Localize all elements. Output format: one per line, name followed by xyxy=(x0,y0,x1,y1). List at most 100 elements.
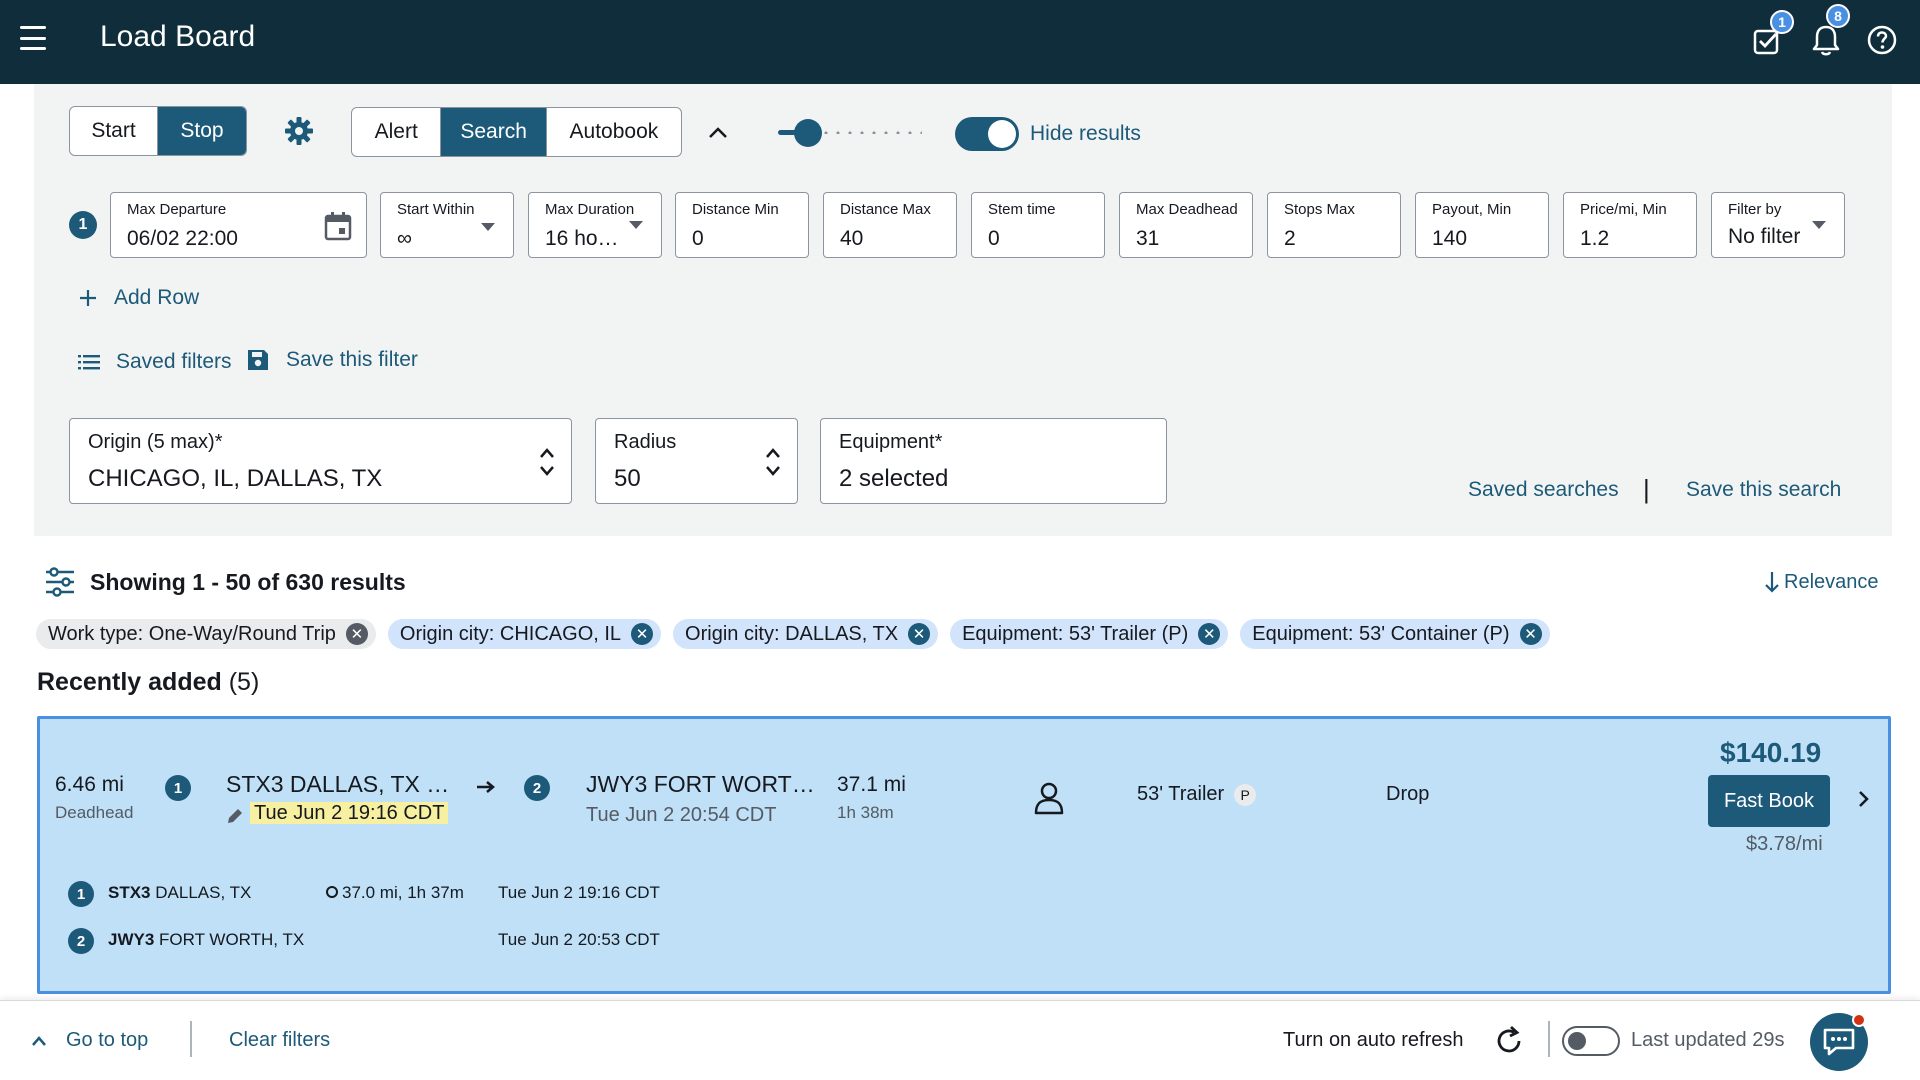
go-to-top-link[interactable]: Go to top xyxy=(66,1029,148,1052)
arrow-right-icon xyxy=(477,781,495,793)
stop-button[interactable]: Stop xyxy=(158,107,246,155)
load-price: $140.19 xyxy=(1720,737,1822,768)
alert-mode-button[interactable]: Alert xyxy=(352,108,442,156)
trailer-type: Drop xyxy=(1386,783,1430,805)
list-icon xyxy=(78,355,100,370)
chat-notification-dot xyxy=(1852,1013,1866,1027)
stop-2-badge: 2 xyxy=(524,775,550,801)
distance-min-input[interactable]: Distance Min 0 xyxy=(675,192,809,258)
sort-relevance-button[interactable]: Relevance xyxy=(1764,570,1879,594)
pencil-icon xyxy=(228,809,242,823)
start-button[interactable]: Start xyxy=(70,107,158,155)
chat-icon xyxy=(1823,1028,1855,1056)
plus-icon xyxy=(80,290,96,306)
radius-select[interactable]: Radius 50 xyxy=(595,418,798,504)
equipment-select[interactable]: Equipment* 2 selected xyxy=(820,418,1167,504)
arrow-down-icon xyxy=(1765,572,1779,593)
collapse-chevron-icon[interactable] xyxy=(706,122,730,142)
search-mode-button[interactable]: Search xyxy=(441,108,547,156)
chat-button[interactable] xyxy=(1810,1013,1868,1071)
notifications-button[interactable]: 8 xyxy=(1806,4,1850,60)
stop-1-name: STX3 DALLAS, TX … xyxy=(226,771,450,797)
filter-by-select[interactable]: Filter by No filter xyxy=(1711,192,1845,258)
fast-book-button[interactable]: Fast Book xyxy=(1708,775,1830,827)
add-row-button[interactable]: Add Row xyxy=(78,286,199,310)
run-toggle-group: Start Stop xyxy=(69,106,247,156)
chevron-down-icon xyxy=(1812,221,1826,229)
chip-origin-dallas: Origin city: DALLAS, TX ✕ xyxy=(673,619,939,649)
menu-icon[interactable] xyxy=(20,26,46,50)
person-icon xyxy=(1034,782,1064,815)
tasks-button[interactable]: 1 xyxy=(1748,10,1794,60)
top-bar: Load Board 1 8 xyxy=(0,0,1920,84)
settings-icon[interactable] xyxy=(283,115,315,147)
chevron-down-icon xyxy=(481,223,495,231)
trip-duration: 1h 38m xyxy=(837,803,894,822)
slider-thumb[interactable] xyxy=(794,119,822,147)
range-slider[interactable] xyxy=(778,117,922,147)
calendar-icon[interactable] xyxy=(324,211,352,241)
mode-toggle-group: Alert Search Autobook xyxy=(351,107,682,157)
origin-select[interactable]: Origin (5 max)* CHICAGO, IL, DALLAS, TX xyxy=(69,418,572,504)
last-updated-text: Last updated 29s xyxy=(1631,1029,1785,1051)
chip-origin-chicago: Origin city: CHICAGO, IL ✕ xyxy=(387,619,662,649)
save-search-link[interactable]: Save this search xyxy=(1686,478,1841,502)
rate-per-mile: $3.78/mi xyxy=(1746,833,1823,855)
refresh-icon[interactable] xyxy=(1493,1025,1525,1057)
chip-equipment-container: Equipment: 53' Container (P) ✕ xyxy=(1240,619,1550,649)
distance-max-input[interactable]: Distance Max 40 xyxy=(823,192,957,258)
filter-sliders-icon[interactable] xyxy=(44,566,76,598)
stop-2-name: JWY3 FORT WORT… xyxy=(586,771,815,797)
autobook-mode-button[interactable]: Autobook xyxy=(547,108,681,156)
link-separator: | xyxy=(1643,474,1650,504)
hide-results-label: Hide results xyxy=(1030,122,1141,145)
save-filter-button[interactable]: Save this filter xyxy=(246,348,418,372)
load-card[interactable]: 6.46 mi Deadhead 1 STX3 DALLAS, TX … Tue… xyxy=(37,716,1891,994)
stem-time-input[interactable]: Stem time 0 xyxy=(971,192,1105,258)
up-down-chevron-icon xyxy=(766,448,780,476)
auto-refresh-label: Turn on auto refresh xyxy=(1283,1029,1464,1051)
detail-stop-2-badge: 2 xyxy=(68,928,94,954)
results-summary: Showing 1 - 50 of 630 results xyxy=(90,568,406,595)
chevron-right-icon[interactable] xyxy=(1856,789,1872,809)
stop-2-time: Tue Jun 2 20:54 CDT xyxy=(586,804,777,826)
floppy-disk-icon xyxy=(248,350,268,370)
help-icon xyxy=(1867,25,1897,55)
clear-filters-link[interactable]: Clear filters xyxy=(229,1029,330,1052)
start-within-select[interactable]: Start Within ∞ xyxy=(380,192,514,258)
max-duration-select[interactable]: Max Duration 16 ho… xyxy=(528,192,662,258)
price-per-mile-min-input[interactable]: Price/mi, Min 1.2 xyxy=(1563,192,1697,258)
filter-row-number: 1 xyxy=(69,211,97,239)
notifications-badge: 8 xyxy=(1826,4,1850,28)
payout-min-input[interactable]: Payout, Min 140 xyxy=(1415,192,1549,258)
max-departure-field[interactable]: Max Departure 06/02 22:00 xyxy=(110,192,367,258)
page-title: Load Board xyxy=(100,20,256,53)
saved-filters-button[interactable]: Saved filters xyxy=(78,350,232,374)
remove-chip-icon[interactable]: ✕ xyxy=(908,623,931,645)
detail-stop-1-time: Tue Jun 2 19:16 CDT xyxy=(498,883,660,902)
bottom-bar: Go to top Clear filters Turn on auto ref… xyxy=(0,1000,1920,1080)
remove-chip-icon[interactable]: ✕ xyxy=(1519,623,1542,645)
chip-work-type: Work type: One-Way/Round Trip ✕ xyxy=(36,619,376,649)
detail-stop-2-time: Tue Jun 2 20:53 CDT xyxy=(498,930,660,949)
remove-chip-icon[interactable]: ✕ xyxy=(631,623,654,645)
bell-icon xyxy=(1812,25,1840,56)
chevron-down-icon xyxy=(629,221,643,229)
hide-results-toggle[interactable] xyxy=(955,117,1019,151)
remove-chip-icon[interactable]: ✕ xyxy=(345,623,368,645)
remove-chip-icon[interactable]: ✕ xyxy=(1198,623,1221,645)
saved-searches-link[interactable]: Saved searches xyxy=(1468,478,1619,502)
auto-refresh-toggle[interactable] xyxy=(1562,1026,1620,1056)
chevron-up-icon xyxy=(32,1036,46,1046)
stop-1-time: Tue Jun 2 19:16 CDT xyxy=(250,802,449,825)
detail-leg-info: 37.0 mi, 1h 37m xyxy=(326,883,464,903)
stops-max-input[interactable]: Stops Max 2 xyxy=(1267,192,1401,258)
max-deadhead-input[interactable]: Max Deadhead 31 xyxy=(1119,192,1253,258)
tasks-badge: 1 xyxy=(1770,10,1794,34)
detail-stop-1-badge: 1 xyxy=(68,881,94,907)
equipment-p-badge: P xyxy=(1234,783,1257,806)
active-filter-chips: Work type: One-Way/Round Trip ✕ Origin c… xyxy=(36,619,1562,649)
help-button[interactable] xyxy=(1862,20,1902,60)
deadhead-value: 6.46 mi xyxy=(55,773,124,796)
circle-icon xyxy=(326,886,338,898)
